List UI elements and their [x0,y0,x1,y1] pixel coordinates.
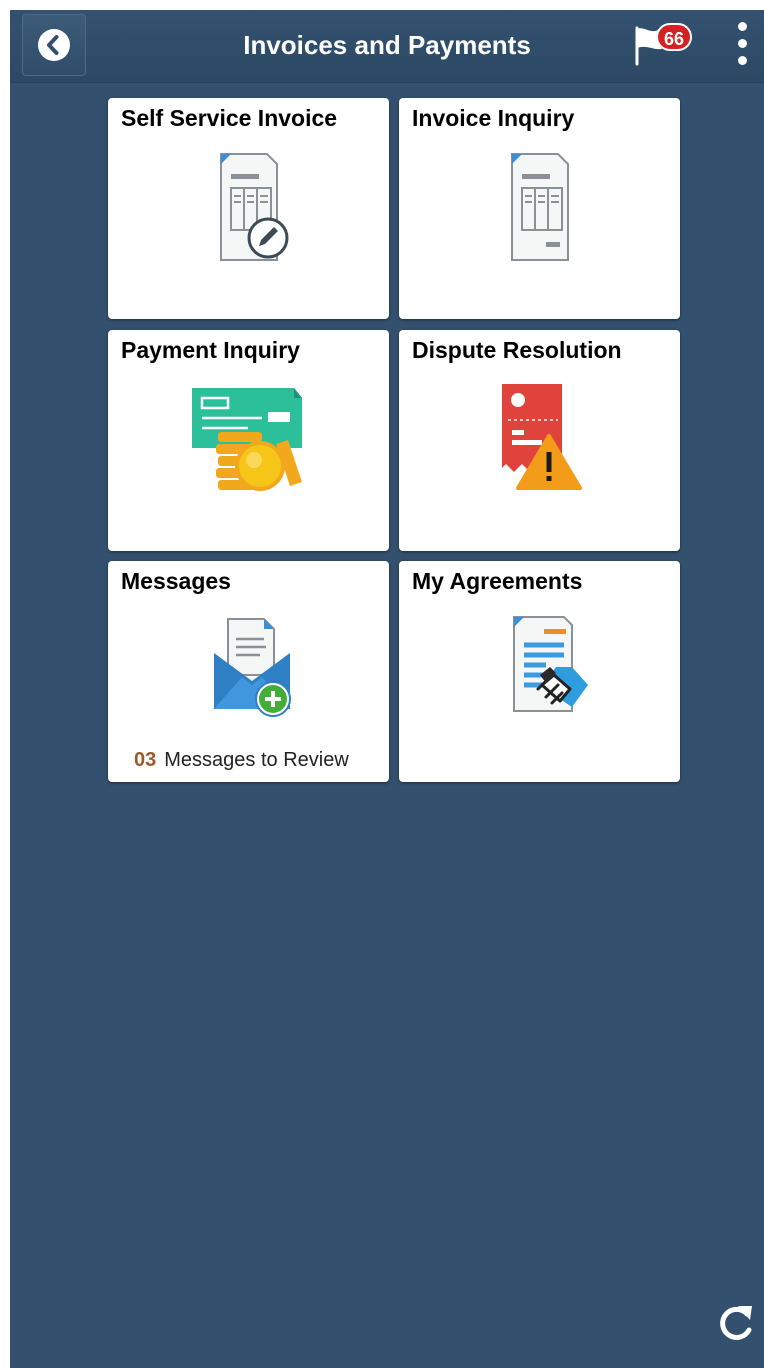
tile-self-service-invoice[interactable]: Self Service Invoice [108,98,389,319]
back-arrow-icon [38,29,70,61]
messages-count-label: Messages to Review [164,749,349,771]
menu-dot [738,56,747,65]
tile-title: My Agreements [412,568,583,594]
menu-dot [738,22,747,31]
tile-messages[interactable]: Messages 03 Messages to Review [108,561,389,782]
tile-title: Self Service Invoice [121,105,338,131]
tile-invoice-inquiry[interactable]: Invoice Inquiry [399,98,680,319]
page-title: Invoices and Payments [243,30,531,60]
refresh-icon [720,1306,752,1340]
actions-menu-button[interactable] [732,20,756,68]
messages-count: 03 Messages to Review [134,747,349,773]
notification-badge: 66 [656,23,692,51]
tile-payment-inquiry[interactable]: Payment Inquiry [108,330,389,551]
app-frame: Invoices and Payments 66 Self Service In… [10,10,764,1368]
check-and-coins-icon [108,374,389,504]
invoice-edit-icon [108,142,389,272]
tile-my-agreements[interactable]: My Agreements [399,561,680,782]
back-button[interactable] [22,14,86,76]
header-bar: Invoices and Payments 66 [10,10,764,83]
notifications-button[interactable]: 66 [630,20,704,70]
envelope-add-icon [108,605,389,735]
invoice-document-icon [399,142,680,272]
agreement-handshake-icon [399,605,680,735]
refresh-button[interactable] [716,1300,756,1344]
tile-title: Dispute Resolution [412,337,622,363]
tile-title: Payment Inquiry [121,337,300,363]
tile-title: Invoice Inquiry [412,105,575,131]
tile-title: Messages [121,568,231,594]
messages-count-number: 03 [134,749,157,771]
tile-dispute-resolution[interactable]: Dispute Resolution [399,330,680,551]
receipt-warning-icon [399,374,680,504]
menu-dot [738,39,747,48]
